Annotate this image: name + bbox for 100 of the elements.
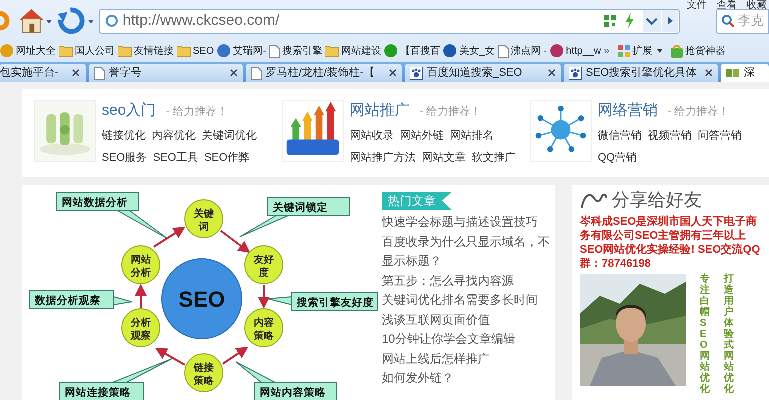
article-link[interactable]: 浅谈互联网页面价值 <box>382 310 554 330</box>
bookmark[interactable]: 国人公司 <box>59 44 115 58</box>
article-link[interactable]: 关键词优化排名需要多长时间 <box>382 291 554 310</box>
browser-tab[interactable]: 百度知道搜索_SEO <box>405 64 561 82</box>
category-link[interactable]: 微信营销 <box>598 128 642 145</box>
diagram-node: 关键词 <box>184 200 224 238</box>
category-link[interactable]: 网站文章 <box>422 150 466 166</box>
bookmark[interactable]: 美女_女 <box>443 44 496 58</box>
category-link[interactable]: 链接优化 <box>102 128 146 145</box>
arrow <box>258 285 270 309</box>
category-link[interactable]: SEO工具 <box>153 150 198 166</box>
browser-tab[interactable]: 誉字号 <box>89 64 243 82</box>
category-link[interactable]: QQ营销 <box>598 150 638 166</box>
callout: 网站内容策略 <box>236 362 338 400</box>
page-icon <box>251 66 262 80</box>
lightning-icon[interactable] <box>625 13 635 29</box>
qr-code-icon[interactable] <box>603 14 617 28</box>
category-link[interactable]: 网站外链 <box>400 128 444 145</box>
article-link[interactable]: 网站上线后怎样推广 <box>382 350 554 369</box>
folder-icon <box>59 45 73 57</box>
category-title[interactable]: 网站推广 <box>350 100 410 122</box>
bookmark[interactable]: 【百搜百 <box>384 44 440 58</box>
site-icon <box>217 44 232 58</box>
bookmark[interactable]: 网站建设 <box>325 44 382 58</box>
article-link[interactable]: 10分钟让你学会文章编辑 <box>382 330 554 350</box>
diagram-node: 网站分析 <box>122 246 160 284</box>
article-link[interactable]: 如何发外链？ <box>382 369 554 388</box>
category-link[interactable]: 软文推广 <box>472 150 516 166</box>
article-link[interactable]: 快速学会标题与描述设置技巧 <box>382 213 554 232</box>
browser-tab[interactable]: SEO搜索引擎优化具体 <box>564 64 718 82</box>
paw-icon <box>569 66 582 80</box>
arrow <box>220 230 251 254</box>
close-icon[interactable] <box>389 69 397 77</box>
tagline: - 给力推荐！ <box>420 104 482 120</box>
site-icon <box>550 44 564 58</box>
arrow <box>135 284 147 311</box>
bookmark[interactable]: http__w <box>550 44 602 58</box>
extension-button[interactable]: 抢货神器 <box>670 44 726 58</box>
category-link[interactable]: 网站推广方法 <box>350 150 416 166</box>
category-link[interactable]: 关键词优化 <box>202 128 257 145</box>
dropdown-icon[interactable] <box>643 10 661 32</box>
search-field[interactable]: 李克 <box>716 8 769 34</box>
close-icon[interactable] <box>705 69 713 77</box>
site-icon <box>384 44 398 58</box>
search-input[interactable]: 李克 <box>738 11 768 31</box>
address-input[interactable]: http://www.ckcseo.com/ <box>122 10 603 32</box>
browser-tab[interactable]: 包实施平台- <box>0 64 86 82</box>
article-link[interactable]: 百度收录为什么只显示域名，不显示标题？ <box>382 232 554 272</box>
browser-tab[interactable]: 深 <box>721 64 769 82</box>
callout: 搜索引擎友好度 <box>268 292 378 312</box>
category-link[interactable]: SEO服务 <box>102 150 148 166</box>
bookmark[interactable]: 友情链接 <box>118 44 174 58</box>
category-link[interactable]: 内容优化 <box>152 128 196 145</box>
bag-icon <box>670 44 684 58</box>
slogan: 专注白帽SEO网站优化 <box>700 274 710 395</box>
category-title[interactable]: 网络营销 <box>598 100 658 122</box>
refresh-icon[interactable] <box>56 6 96 36</box>
category-link[interactable]: 视频营销 <box>648 128 692 145</box>
tagline: - 给力推荐！ <box>166 104 228 120</box>
article-link[interactable]: 第五步：怎么寻找内容源 <box>382 272 554 291</box>
seo-hub: SEO <box>162 258 242 340</box>
bookmark[interactable]: 沸点网 - <box>498 44 548 58</box>
grid-icon <box>618 44 631 58</box>
arrow <box>155 348 186 366</box>
category-link[interactable]: 网站排名 <box>450 128 494 145</box>
diagram-node: 链接策略 <box>184 354 224 392</box>
diagram-node: 分析观察 <box>122 308 160 348</box>
bookmark[interactable]: 网址大全 <box>0 44 56 58</box>
category-link[interactable]: 网站收录 <box>350 128 394 145</box>
bookmark[interactable]: 艾瑞网- <box>217 44 266 58</box>
bookmark[interactable]: 搜索引擎 <box>269 44 322 58</box>
caret-icon <box>656 49 663 53</box>
callout: 关键词锁定 <box>240 198 350 238</box>
intro-text: 岑科成SEO是深圳市国人天下电子商务有限公司SEO主管拥有三年以上SEO网站优化实操经验! SEO交流QQ群：78746198 <box>580 215 761 271</box>
bookmark[interactable]: SEO <box>177 44 214 58</box>
close-icon[interactable] <box>548 69 556 77</box>
diagram-node: 内容策略 <box>244 308 284 348</box>
folder-icon <box>177 45 191 57</box>
close-icon[interactable] <box>230 69 238 77</box>
diagram-node: 友好度 <box>244 246 284 284</box>
search-icon[interactable] <box>721 14 735 28</box>
paw-icon <box>410 66 423 80</box>
category-title[interactable]: seo入门 <box>102 100 156 122</box>
folder-icon <box>325 45 340 57</box>
arrow <box>222 346 249 365</box>
address-field[interactable]: http://www.ckcseo.com/ <box>98 8 680 34</box>
more-bookmarks-button[interactable]: » <box>604 44 610 58</box>
go-icon[interactable] <box>662 10 678 32</box>
section-label: 热门文章 <box>382 192 452 210</box>
extension-button[interactable]: 扩展 <box>618 44 663 58</box>
circle-icon <box>104 14 119 28</box>
site-icon <box>0 44 14 58</box>
folder-icon <box>118 45 132 57</box>
category-link[interactable]: SEO作弊 <box>204 150 250 166</box>
site-icon <box>443 44 458 58</box>
close-icon[interactable] <box>72 69 80 77</box>
browser-tab[interactable]: 罗马柱/龙柱/装饰柱-【 <box>246 64 402 82</box>
page-icon <box>269 44 280 58</box>
tagline: - 给力推荐！ <box>668 104 730 120</box>
category-link[interactable]: 问答营销 <box>698 128 742 145</box>
